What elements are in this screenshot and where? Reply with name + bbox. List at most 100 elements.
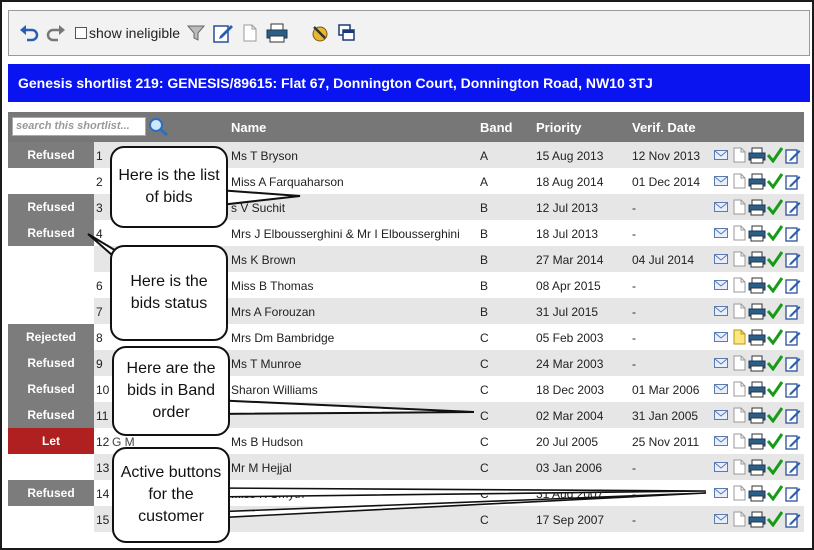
print-icon[interactable] <box>748 249 766 269</box>
column-header-priority[interactable]: Priority <box>536 120 582 135</box>
document-icon[interactable] <box>730 223 748 243</box>
accept-tick-icon[interactable] <box>766 171 784 191</box>
verification-date: - <box>632 201 636 215</box>
column-header-name[interactable]: Name <box>231 120 266 135</box>
accept-tick-icon[interactable] <box>766 275 784 295</box>
document-icon[interactable] <box>730 249 748 269</box>
print-icon[interactable] <box>748 197 766 217</box>
edit-icon[interactable] <box>784 171 802 191</box>
edit-icon[interactable] <box>784 353 802 373</box>
edit-icon[interactable] <box>784 509 802 529</box>
print-icon[interactable] <box>748 327 766 347</box>
accept-tick-icon[interactable] <box>766 327 784 347</box>
column-header-band[interactable]: Band <box>480 120 513 135</box>
message-icon[interactable] <box>712 431 730 451</box>
edit-icon[interactable] <box>784 379 802 399</box>
filter-icon[interactable] <box>184 21 208 45</box>
edit-icon[interactable] <box>784 327 802 347</box>
print-icon[interactable] <box>748 483 766 503</box>
message-icon[interactable] <box>712 249 730 269</box>
message-icon[interactable] <box>712 223 730 243</box>
document-icon[interactable] <box>730 431 748 451</box>
accept-tick-icon[interactable] <box>766 301 784 321</box>
accept-tick-icon[interactable] <box>766 197 784 217</box>
callout-active-buttons-text: Active buttons for the customer <box>120 464 222 525</box>
accept-tick-icon[interactable] <box>766 405 784 425</box>
print-icon[interactable] <box>748 405 766 425</box>
print-icon[interactable] <box>748 509 766 529</box>
message-icon[interactable] <box>712 197 730 217</box>
message-icon[interactable] <box>712 327 730 347</box>
bid-band: B <box>480 201 489 215</box>
edit-icon[interactable] <box>784 223 802 243</box>
document-icon[interactable] <box>730 145 748 165</box>
column-header-verif-date[interactable]: Verif. Date <box>632 120 696 135</box>
document-icon[interactable] <box>730 275 748 295</box>
edit-icon[interactable] <box>784 301 802 321</box>
accept-tick-icon[interactable] <box>766 379 784 399</box>
document-icon[interactable] <box>730 457 748 477</box>
edit-icon[interactable] <box>784 249 802 269</box>
message-icon[interactable] <box>712 171 730 191</box>
shortlist-title-bar: Genesis shortlist 219: GENESIS/89615: Fl… <box>8 64 810 102</box>
print-icon[interactable] <box>748 171 766 191</box>
message-icon[interactable] <box>712 509 730 529</box>
message-icon[interactable] <box>712 457 730 477</box>
print-icon[interactable] <box>748 145 766 165</box>
accept-tick-icon[interactable] <box>766 457 784 477</box>
edit-icon[interactable] <box>784 457 802 477</box>
document-icon[interactable] <box>730 509 748 529</box>
search-icon[interactable] <box>148 117 170 137</box>
bid-number: 6 <box>96 279 103 293</box>
accept-tick-icon[interactable] <box>766 145 784 165</box>
message-icon[interactable] <box>712 379 730 399</box>
message-icon[interactable] <box>712 275 730 295</box>
document-icon[interactable] <box>730 327 748 347</box>
message-icon[interactable] <box>712 301 730 321</box>
search-input[interactable]: search this shortlist... <box>12 117 146 136</box>
message-icon[interactable] <box>712 483 730 503</box>
edit-icon[interactable] <box>784 483 802 503</box>
message-icon[interactable] <box>712 145 730 165</box>
edit-icon[interactable] <box>784 275 802 295</box>
bid-band: A <box>480 149 489 163</box>
message-icon[interactable] <box>712 353 730 373</box>
accept-tick-icon[interactable] <box>766 431 784 451</box>
print-icon[interactable] <box>748 379 766 399</box>
applicant-name: s V Suchit <box>231 201 286 215</box>
document-icon[interactable] <box>730 301 748 321</box>
edit-icon[interactable] <box>784 405 802 425</box>
checkbox-box[interactable] <box>75 27 87 39</box>
edit-icon[interactable] <box>784 431 802 451</box>
document-icon[interactable] <box>730 379 748 399</box>
accept-tick-icon[interactable] <box>766 223 784 243</box>
accept-tick-icon[interactable] <box>766 353 784 373</box>
undo-icon[interactable] <box>17 21 41 45</box>
document-icon[interactable] <box>730 353 748 373</box>
print-icon[interactable] <box>748 431 766 451</box>
message-icon[interactable] <box>712 405 730 425</box>
edit-icon[interactable] <box>211 21 235 45</box>
accept-tick-icon[interactable] <box>766 249 784 269</box>
windows-icon[interactable] <box>335 21 359 45</box>
print-icon[interactable] <box>265 21 289 45</box>
edit-icon[interactable] <box>784 145 802 165</box>
document-icon[interactable] <box>730 197 748 217</box>
priority-date: 20 Jul 2005 <box>536 435 599 449</box>
accept-tick-icon[interactable] <box>766 483 784 503</box>
accept-tick-icon[interactable] <box>766 509 784 529</box>
print-icon[interactable] <box>748 301 766 321</box>
redo-icon[interactable] <box>44 21 68 45</box>
document-icon[interactable] <box>238 21 262 45</box>
show-ineligible-checkbox[interactable]: show ineligible <box>75 25 180 41</box>
edit-icon[interactable] <box>784 197 802 217</box>
print-icon[interactable] <box>748 275 766 295</box>
document-icon[interactable] <box>730 405 748 425</box>
priority-date: 31 Jul 2015 <box>536 305 599 319</box>
document-icon[interactable] <box>730 171 748 191</box>
tools-icon[interactable] <box>308 21 332 45</box>
print-icon[interactable] <box>748 457 766 477</box>
print-icon[interactable] <box>748 353 766 373</box>
print-icon[interactable] <box>748 223 766 243</box>
document-icon[interactable] <box>730 483 748 503</box>
